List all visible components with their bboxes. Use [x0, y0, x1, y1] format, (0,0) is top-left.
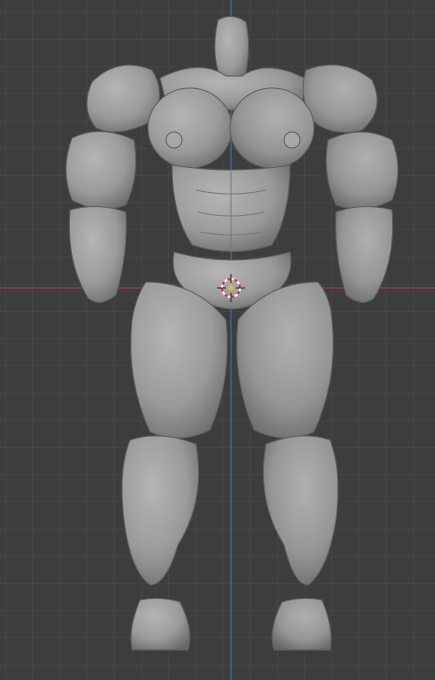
- left-upper-arm-part: [65, 130, 137, 210]
- right-chest-detail: [283, 131, 301, 149]
- left-chest-detail: [165, 131, 183, 149]
- viewport-canvas[interactable]: [0, 0, 435, 680]
- right-upper-arm-part: [325, 131, 399, 210]
- right-chest-part: [229, 87, 315, 169]
- left-foot-part: [130, 597, 191, 651]
- left-thigh-part: [130, 281, 228, 439]
- 3d-viewport[interactable]: [0, 0, 435, 680]
- left-chest-part: [147, 87, 233, 169]
- right-thigh-part: [236, 281, 334, 439]
- right-foot-part: [271, 597, 332, 651]
